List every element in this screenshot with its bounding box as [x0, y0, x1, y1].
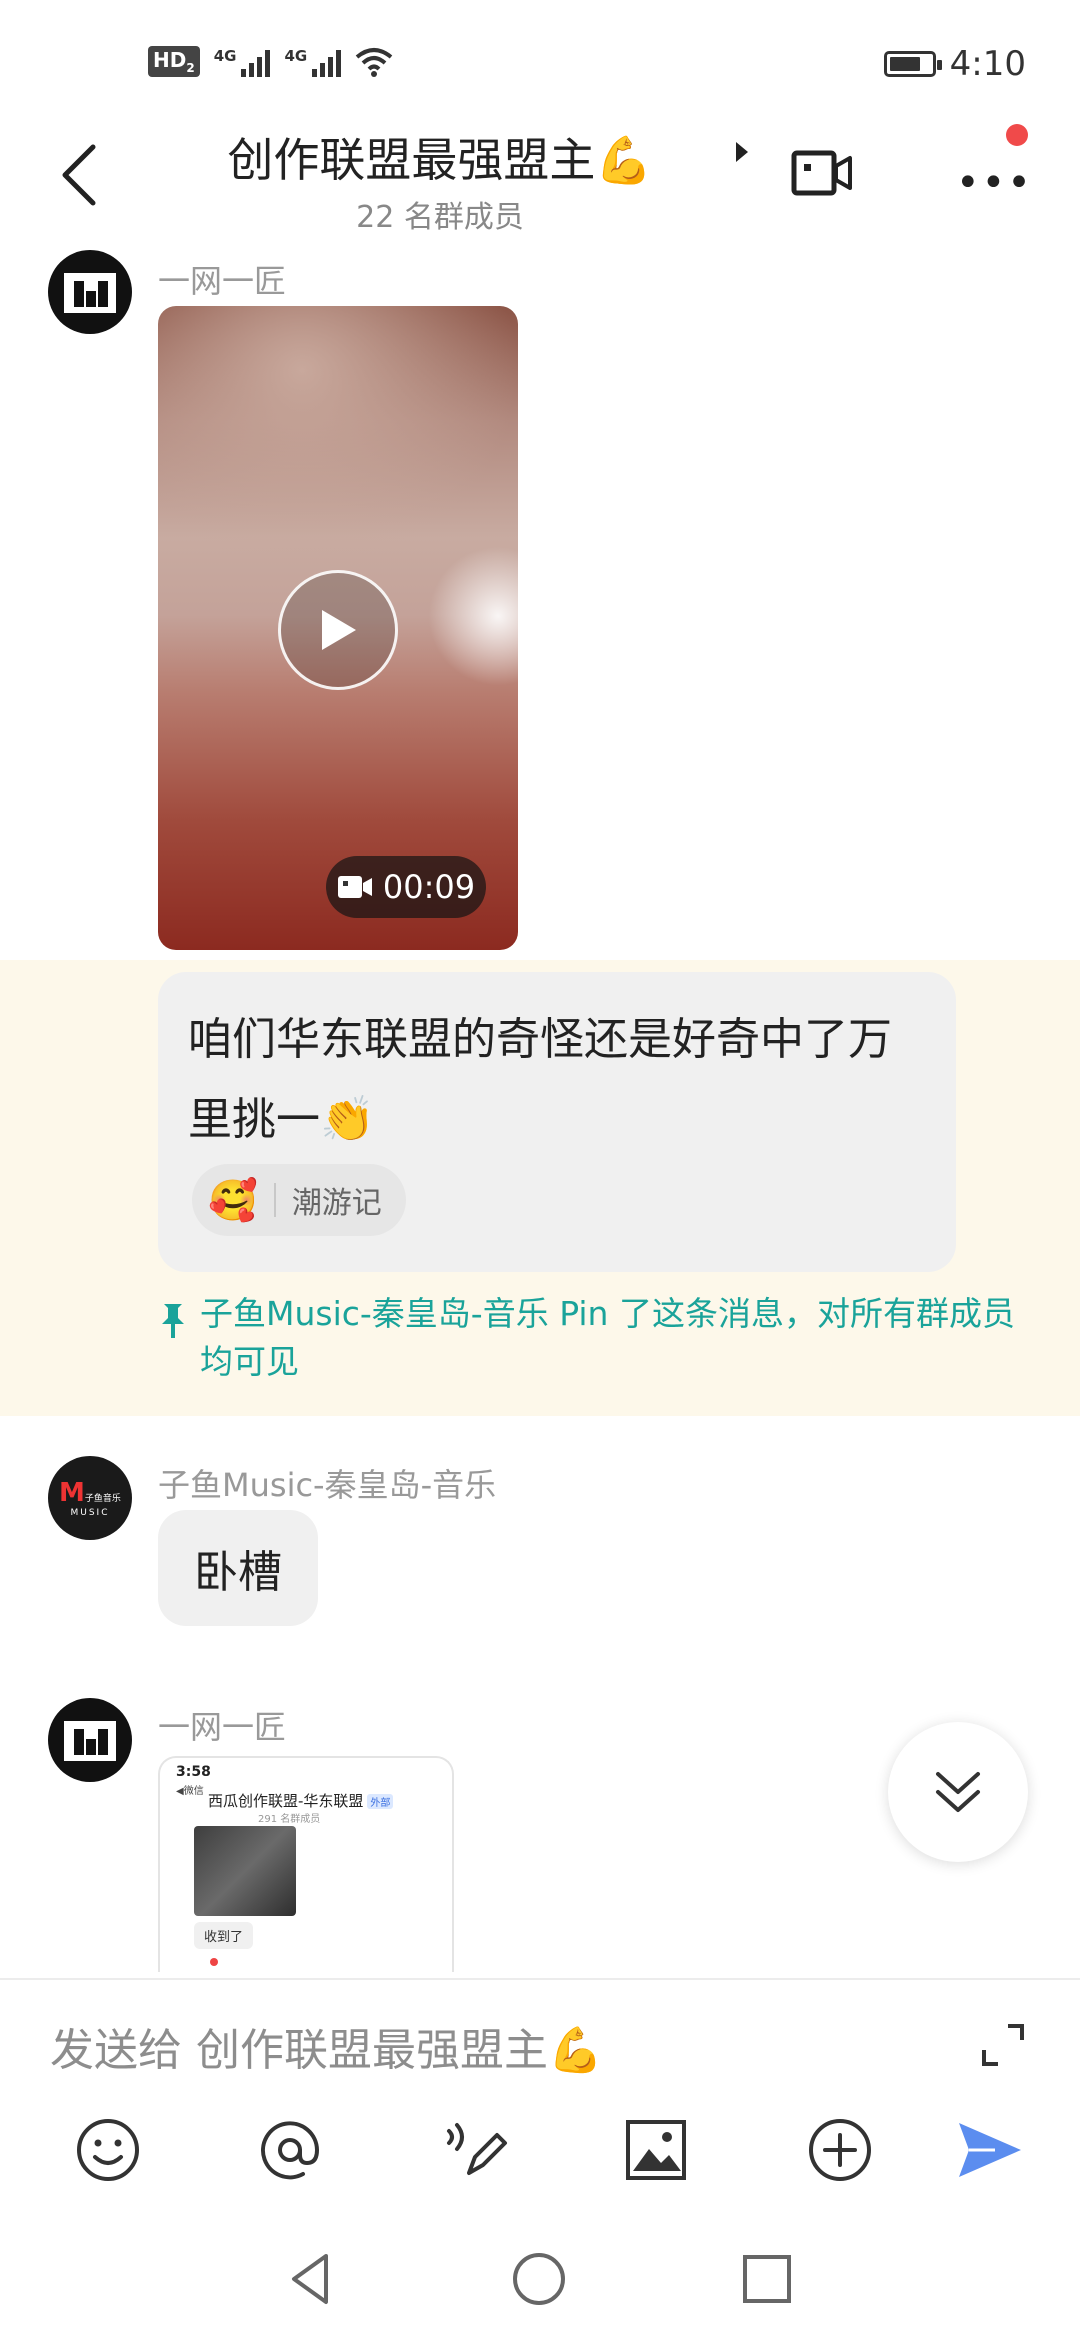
battery-icon: [883, 51, 942, 77]
sender-name: 子鱼Music-秦皇岛-音乐: [158, 1466, 497, 1504]
wifi-icon: [355, 47, 393, 77]
back-button[interactable]: [44, 130, 114, 220]
user-logo-icon: [64, 1721, 116, 1761]
status-bar: HD2 4G 4G 4:10: [0, 0, 1080, 130]
video-message[interactable]: 00:09: [158, 306, 518, 950]
more-button[interactable]: •••: [956, 160, 1033, 206]
image-icon: [626, 2120, 686, 2180]
video-duration: 00:09: [326, 856, 486, 918]
video-camera-icon: [337, 876, 372, 898]
play-button[interactable]: [278, 570, 398, 690]
hd-badge: HD2: [148, 46, 200, 77]
sender-name: 一网一匠: [158, 1708, 287, 1746]
pin-notice: 子鱼Music-秦皇岛-音乐 Pin 了这条消息，对所有群成员均可见: [200, 1294, 1015, 1381]
emoji-icon: [77, 2119, 139, 2181]
send-icon: [959, 2123, 1021, 2177]
video-call-icon[interactable]: [790, 148, 854, 198]
avatar[interactable]: [48, 1698, 132, 1782]
caret-right-icon[interactable]: [732, 140, 752, 164]
user-logo-icon: [64, 273, 116, 313]
emoji-button[interactable]: [68, 2110, 148, 2190]
message-input[interactable]: 发送给 创作联盟最强盟主💪: [50, 2014, 603, 2078]
sender-name: 一网一匠: [158, 262, 287, 300]
image-button[interactable]: [616, 2110, 696, 2190]
reaction-user: 潮游记: [291, 1186, 382, 1221]
status-time: 4:10: [949, 44, 1026, 84]
reaction-pill[interactable]: 🥰 潮游记: [192, 1164, 406, 1236]
play-icon: [322, 610, 356, 650]
composer-toolbar: [0, 2110, 1080, 2200]
message-bubble[interactable]: 卧槽: [158, 1510, 318, 1626]
plus-icon: [809, 2119, 871, 2181]
system-nav-bar: [0, 2220, 1080, 2340]
chat-title: 创作联盟最强盟主💪: [227, 133, 653, 187]
preview-photo: [194, 1826, 296, 1916]
chevron-left-icon: [62, 144, 96, 206]
expand-icon[interactable]: [978, 2020, 1028, 2070]
nav-home-icon[interactable]: [504, 2244, 574, 2314]
member-count: 22 名群成员: [356, 200, 524, 235]
status-left: HD2 4G 4G: [148, 46, 393, 77]
send-button[interactable]: [950, 2110, 1030, 2190]
nav-recents-icon[interactable]: [732, 2244, 802, 2314]
pinned-message-bubble[interactable]: 咱们华东联盟的奇怪还是好奇中了万里挑一👏 🥰 潮游记: [158, 972, 956, 1272]
double-chevron-down-icon: [936, 1772, 980, 1812]
signal-icon: 4G: [214, 47, 271, 77]
scroll-to-bottom-button[interactable]: [888, 1722, 1028, 1862]
reaction-emoji: 🥰: [208, 1177, 258, 1224]
status-right: 4:10: [883, 44, 1026, 84]
nav-back-icon[interactable]: [276, 2244, 346, 2314]
message-text: 咱们华东联盟的奇怪还是好奇中了万里挑一👏: [188, 1014, 892, 1145]
mention-button[interactable]: [250, 2110, 330, 2190]
voice-input-button[interactable]: [434, 2110, 514, 2190]
avatar[interactable]: [48, 250, 132, 334]
avatar[interactable]: M子鱼音乐 MUSIC: [48, 1456, 132, 1540]
signal-icon-2: 4G: [284, 47, 342, 77]
message-text: 卧槽: [194, 1547, 282, 1598]
mention-icon: [261, 2121, 320, 2180]
more-options-button[interactable]: [800, 2110, 880, 2190]
chat-title-block[interactable]: 创作联盟最强盟主💪 22 名群成员: [160, 124, 720, 236]
notification-dot: [1006, 124, 1028, 146]
image-message[interactable]: 3:58 ◀微信 西瓜创作联盟-华东联盟 外部 291 名群成员 收到了: [158, 1756, 454, 1972]
music-logo: M子鱼音乐 MUSIC: [59, 1478, 121, 1518]
voice-to-text-icon: [447, 2123, 507, 2175]
